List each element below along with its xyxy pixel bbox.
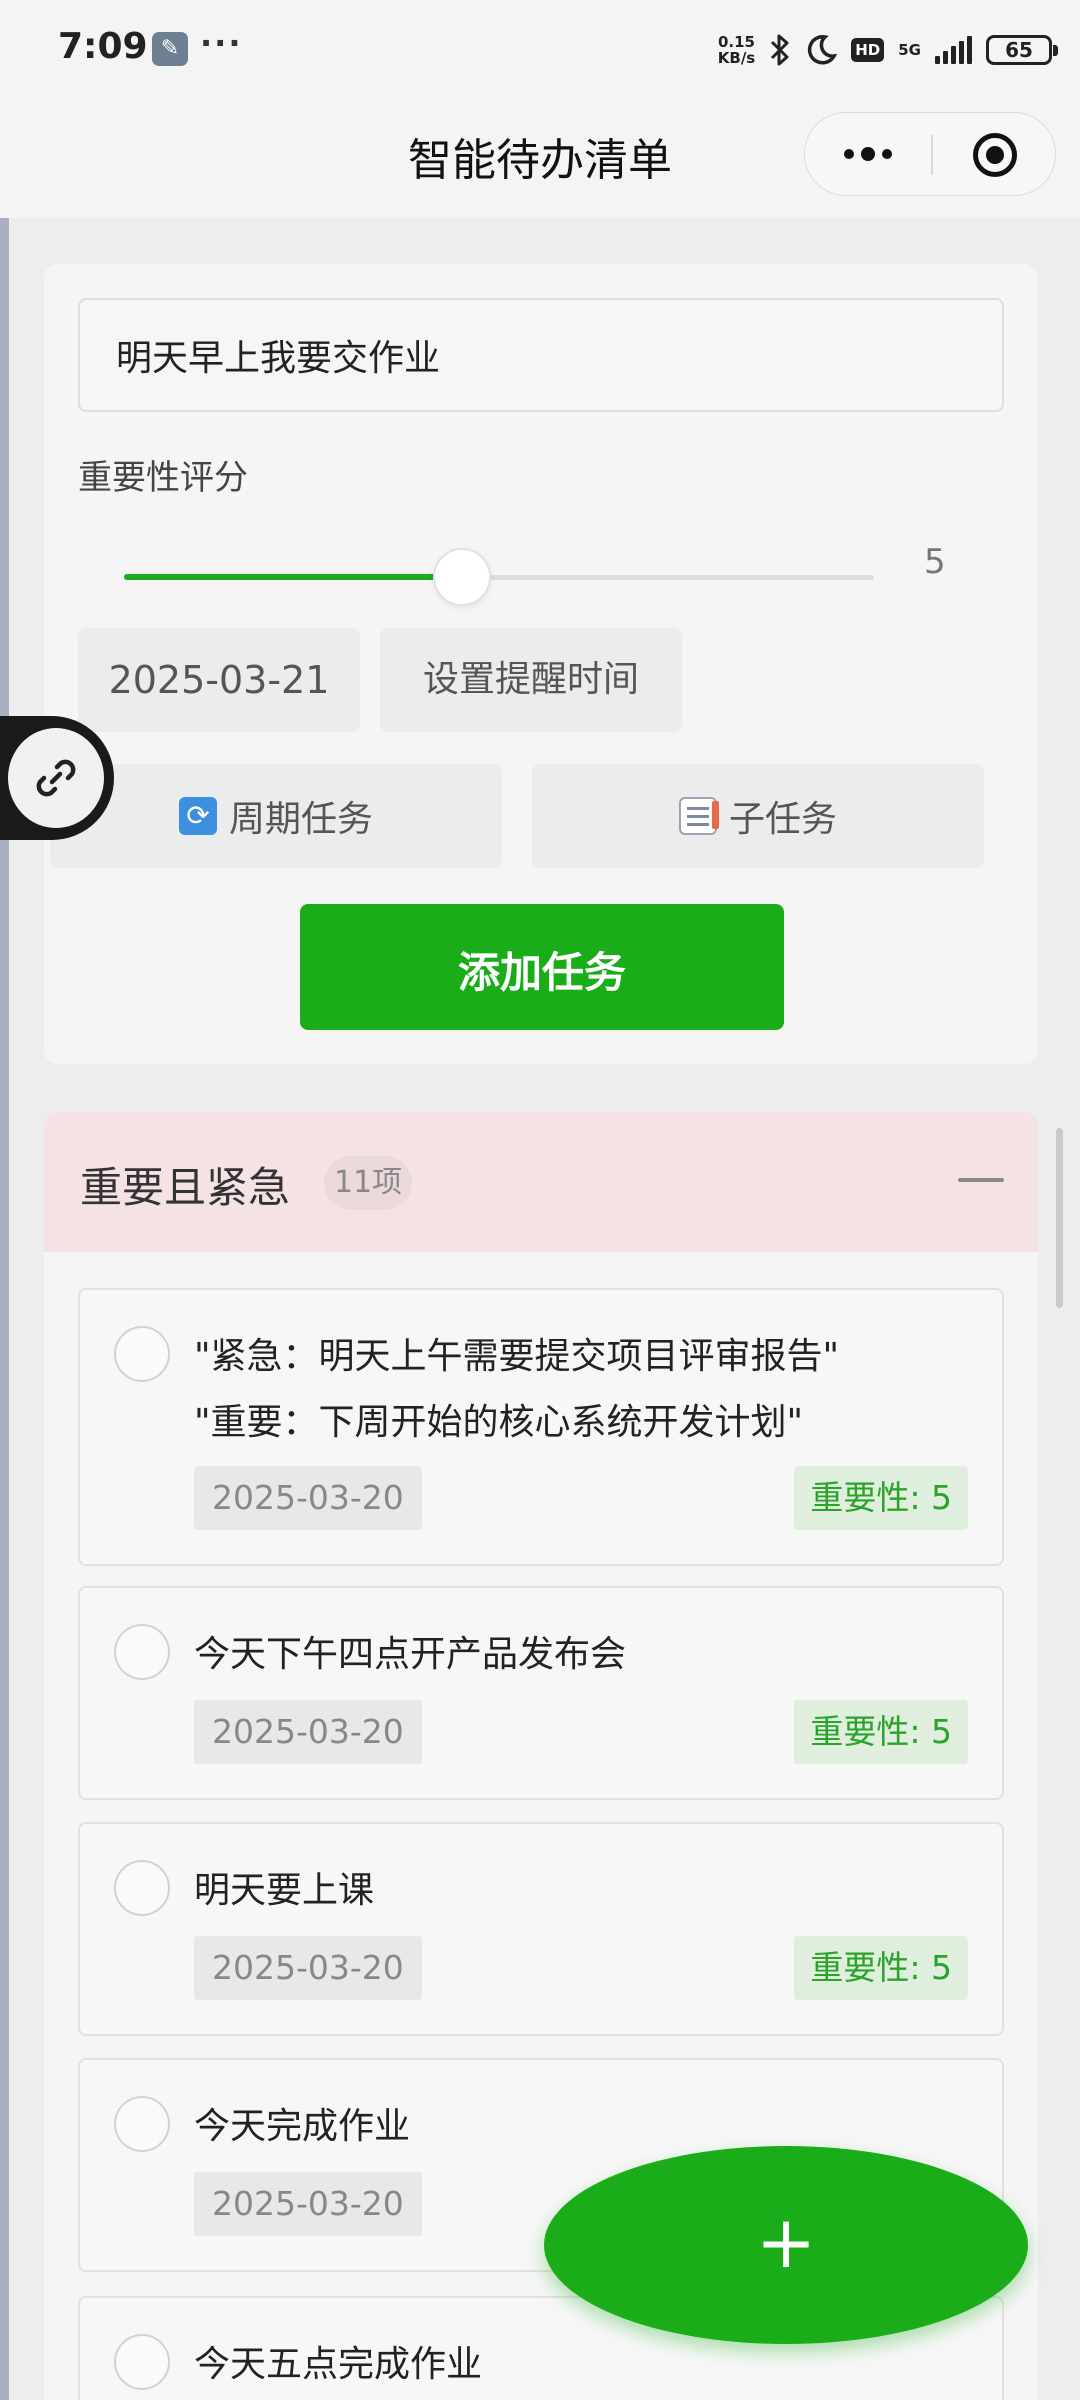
task-checkbox[interactable]: [114, 1326, 170, 1382]
link-icon: [36, 759, 76, 797]
task-importance-tag: 重要性: 5: [794, 1700, 968, 1764]
subtask-button[interactable]: 子任务: [532, 764, 984, 868]
importance-value: 5: [924, 542, 946, 582]
subtask-label: 子任务: [728, 799, 837, 840]
periodic-task-label: 周期任务: [228, 799, 373, 840]
signal-icon: [935, 36, 972, 64]
repeat-icon: [178, 797, 217, 835]
moon-icon: [808, 35, 838, 65]
status-more-icon: ···: [200, 24, 243, 62]
network-speed-value: 0.15: [717, 33, 755, 51]
task-date: 2025-03-20: [194, 2172, 422, 2236]
capsule-divider: [931, 135, 933, 175]
task-item[interactable]: 今天下午四点开产品发布会 2025-03-20 重要性: 5: [78, 1586, 1004, 1800]
quadrant-header-important-urgent[interactable]: 重要且紧急 11项: [44, 1112, 1038, 1252]
task-date: 2025-03-20: [194, 1700, 422, 1764]
left-edge-strip: [0, 218, 9, 2400]
battery-icon: 65: [986, 35, 1058, 65]
network-speed-unit: KB/s: [717, 49, 756, 67]
status-time: 7:09: [58, 26, 148, 67]
task-checkbox[interactable]: [114, 2096, 170, 2152]
task-item[interactable]: 明天要上课 2025-03-20 重要性: 5: [78, 1822, 1004, 2036]
task-text: 明天要上课: [194, 1870, 375, 1911]
task-importance-tag: 重要性: 5: [794, 1466, 968, 1530]
section-title: 重要且紧急: [80, 1163, 291, 1212]
task-text: "紧急：明天上午需要提交项目评审报告" "重要：下周开始的核心系统开发计划": [194, 1336, 840, 1443]
periodic-task-button[interactable]: 周期任务: [50, 764, 502, 868]
task-checkbox[interactable]: [114, 2334, 170, 2390]
section-count-badge: 11项: [324, 1156, 413, 1210]
task-text: 今天下午四点开产品发布会: [194, 1634, 627, 1675]
close-mini-program-button[interactable]: [973, 133, 1017, 177]
task-date: 2025-03-20: [194, 1936, 422, 2000]
notepad-icon: [678, 797, 719, 835]
more-menu-button[interactable]: [805, 113, 931, 195]
wrench-icon: ✎: [152, 32, 188, 66]
collapse-icon[interactable]: [958, 1178, 1004, 1182]
status-bar: 7:09 ✎ ··· 0.15 KB/s HD 5G 65: [0, 0, 1080, 100]
network-speed: 0.15 KB/s: [718, 34, 755, 66]
add-fab-button[interactable]: +: [544, 2146, 1028, 2344]
importance-slider[interactable]: [124, 548, 874, 606]
task-input[interactable]: [78, 298, 1004, 412]
hd-badge: HD: [851, 38, 885, 62]
importance-label: 重要性评分: [78, 458, 248, 498]
scrollbar[interactable]: [1056, 1128, 1063, 1308]
date-picker[interactable]: 2025-03-21: [78, 628, 360, 732]
task-date: 2025-03-20: [194, 1466, 422, 1530]
bluetooth-icon: [771, 34, 789, 66]
title-bar: 智能待办清单: [0, 100, 1080, 218]
slider-thumb[interactable]: [433, 548, 491, 606]
task-checkbox[interactable]: [114, 1860, 170, 1916]
mini-program-capsule: [804, 112, 1056, 196]
reminder-time-button[interactable]: 设置提醒时间: [380, 628, 682, 732]
task-importance-tag: 重要性: 5: [794, 1936, 968, 2000]
add-task-form: 重要性评分 5 2025-03-21 设置提醒时间 周期任务 子任务 添加任务: [44, 264, 1038, 1064]
add-task-button[interactable]: 添加任务: [300, 904, 784, 1030]
task-item[interactable]: "紧急：明天上午需要提交项目评审报告" "重要：下周开始的核心系统开发计划" 2…: [78, 1288, 1004, 1566]
network-type: 5G: [898, 41, 921, 59]
slider-fill: [124, 574, 462, 580]
task-checkbox[interactable]: [114, 1624, 170, 1680]
task-text: 今天五点完成作业: [194, 2344, 483, 2385]
